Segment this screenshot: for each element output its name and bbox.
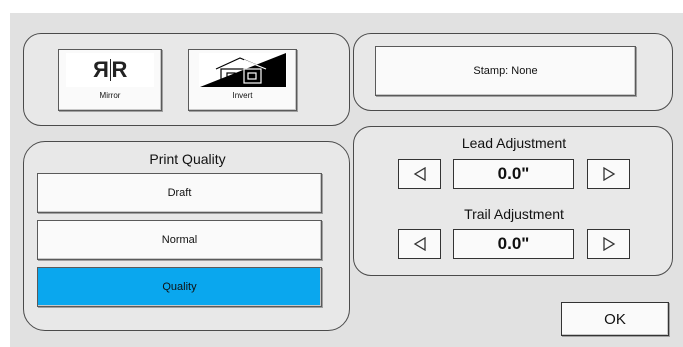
adjustment-panel: Lead Adjustment 0.0" Trail Adjustment 0.… <box>353 126 673 276</box>
ok-label: OK <box>604 310 626 328</box>
lead-increase-button[interactable] <box>587 159 630 189</box>
invert-label: Invert <box>232 91 253 100</box>
lead-adjustment-title: Lead Adjustment <box>461 135 567 151</box>
trail-decrease-button[interactable] <box>398 229 441 259</box>
normal-option-label: Normal <box>161 234 198 246</box>
print-quality-title: Print Quality <box>149 151 226 167</box>
mirror-icon: R R <box>66 53 154 87</box>
quality-option-button[interactable]: Quality <box>37 267 322 307</box>
stamp-panel: Stamp: None <box>353 33 673 111</box>
lead-decrease-button[interactable] <box>398 159 441 189</box>
trail-increase-button[interactable] <box>587 229 630 259</box>
trail-adjustment-title: Trail Adjustment <box>464 206 564 222</box>
ok-button[interactable]: OK <box>561 302 669 336</box>
stamp-button[interactable]: Stamp: None <box>375 46 636 96</box>
tools-panel: R R Mirror Invert <box>23 33 350 126</box>
print-settings-dialog: R R Mirror Invert Stamp: None Print Qual… <box>10 13 683 347</box>
left-arrow-icon <box>413 237 426 251</box>
mirror-label: Mirror <box>99 91 121 100</box>
stamp-label: Stamp: None <box>473 65 538 77</box>
mirror-button[interactable]: R R Mirror <box>58 49 162 111</box>
quality-option-label: Quality <box>162 281 197 293</box>
right-arrow-icon <box>602 237 615 251</box>
mirror-glyph-reversed: R <box>93 57 109 82</box>
mirror-glyph: R <box>111 57 128 82</box>
print-quality-panel: Print Quality Draft Normal Quality <box>23 141 350 331</box>
invert-icon <box>198 53 287 87</box>
trail-value-display: 0.0" <box>453 229 574 259</box>
lead-value-display: 0.0" <box>453 159 574 189</box>
invert-button[interactable]: Invert <box>188 49 297 111</box>
draft-option-label: Draft <box>167 187 192 199</box>
right-arrow-icon <box>602 167 615 181</box>
left-arrow-icon <box>413 167 426 181</box>
normal-option-button[interactable]: Normal <box>37 220 322 260</box>
lead-value: 0.0" <box>497 164 530 183</box>
draft-option-button[interactable]: Draft <box>37 173 322 213</box>
trail-value: 0.0" <box>497 234 530 253</box>
